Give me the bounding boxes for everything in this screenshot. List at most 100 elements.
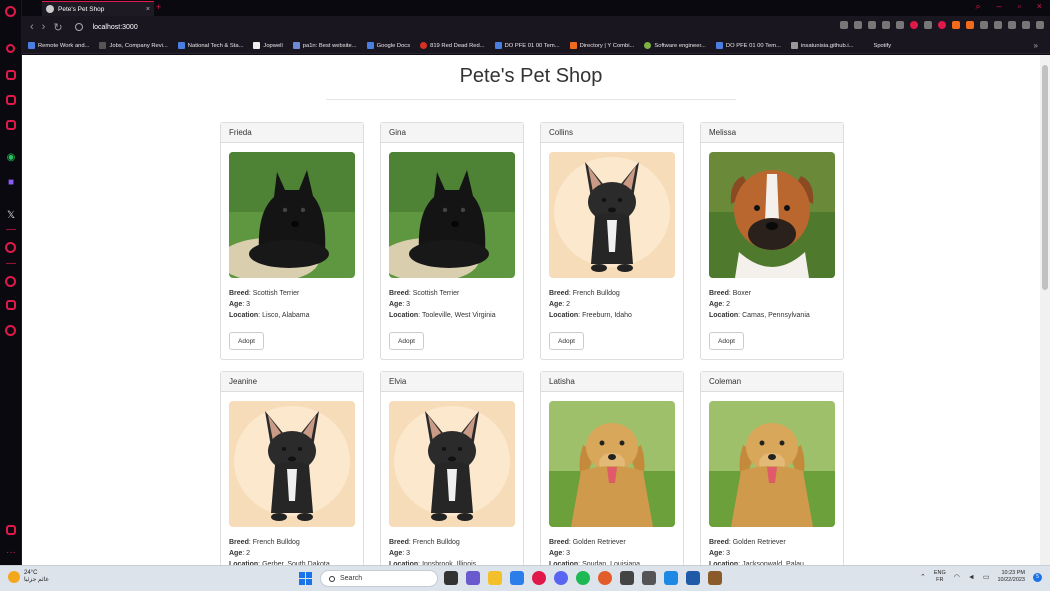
chevron-up-icon[interactable]: ⌃ <box>920 573 926 581</box>
bookmark-item[interactable]: Jopwell <box>253 42 283 49</box>
wifi-icon[interactable]: ◠ <box>954 573 960 581</box>
bookmark-item[interactable]: Spotify <box>863 42 891 49</box>
pet-age: 3 <box>406 549 411 557</box>
pet-photo <box>229 152 355 278</box>
game-icon[interactable] <box>708 571 722 585</box>
bookmark-item[interactable]: National Tech & Sta... <box>177 42 243 49</box>
extension-icon[interactable] <box>924 21 932 29</box>
volume-icon[interactable]: ◄ <box>968 574 975 581</box>
wallet-icon[interactable] <box>980 21 988 29</box>
new-tab-icon[interactable]: + <box>156 2 161 12</box>
pet-info: Breed: French Bulldog Age: 3 Location: Inn… <box>389 538 476 565</box>
adopt-button[interactable]: Adopt <box>389 332 424 350</box>
task-view-icon[interactable] <box>444 571 458 585</box>
taskbar-search[interactable]: Search <box>320 570 438 587</box>
weather-widget[interactable]: 24°C غائم جزئيا <box>8 570 49 584</box>
pet-name: Frieda <box>221 123 363 143</box>
bookmark-item[interactable]: insatunisia.github.i... <box>790 42 853 49</box>
extension-badge-icon[interactable] <box>966 21 974 29</box>
browser-sidebar: ◉ ■ 𝕏 — — ··· <box>0 0 22 565</box>
x-twitter-icon[interactable]: 𝕏 <box>4 208 18 222</box>
back-icon[interactable]: ‹ <box>30 21 34 33</box>
menu-icon[interactable] <box>1022 21 1030 29</box>
adopt-button[interactable]: Adopt <box>229 332 264 350</box>
battery-icon[interactable]: ▭ <box>983 573 990 581</box>
powershell-icon[interactable] <box>686 571 700 585</box>
extension-tp-icon[interactable] <box>938 21 946 29</box>
scrollbar[interactable] <box>1040 55 1050 565</box>
minimize-icon[interactable]: – <box>997 1 1002 12</box>
sidebar-panel-icon[interactable] <box>6 525 16 535</box>
weather-desc: غائم جزئيا <box>24 577 49 583</box>
bookmarks-overflow-icon[interactable]: » <box>1034 41 1038 50</box>
send-icon[interactable] <box>882 21 890 29</box>
more-icon[interactable]: ··· <box>4 545 18 559</box>
screenshot-icon[interactable] <box>840 21 848 29</box>
maximize-icon[interactable]: ▫ <box>1018 1 1021 12</box>
close-tab-icon[interactable]: × <box>146 6 150 13</box>
player-icon[interactable] <box>5 242 16 253</box>
cube-icon[interactable] <box>994 21 1002 29</box>
bookmark-item[interactable]: DO PFE 01 00 Tem... <box>715 42 781 49</box>
address-bar: ‹ › ↻ localhost:3000 <box>22 16 1050 38</box>
discord-taskbar-icon[interactable] <box>554 571 568 585</box>
clock[interactable]: 10:23 PM 10/22/2023 <box>997 570 1025 584</box>
chat-icon[interactable] <box>466 571 480 585</box>
bookmark-icon <box>494 42 502 49</box>
url-field[interactable]: localhost:3000 <box>63 23 138 31</box>
sync-icon[interactable] <box>620 571 634 585</box>
opera-logo-icon[interactable] <box>5 6 16 17</box>
vpn-icon[interactable] <box>868 21 876 29</box>
scrollbar-thumb[interactable] <box>1042 65 1048 290</box>
settings-icon[interactable] <box>5 325 16 336</box>
history-icon[interactable] <box>5 276 16 287</box>
start-icon[interactable] <box>299 572 312 585</box>
twitch-icon[interactable] <box>6 95 16 105</box>
pet-location-row: Location: Lisco, Alabama <box>229 311 310 319</box>
calculator-icon[interactable] <box>642 571 656 585</box>
pet-age-row: Age: 3 <box>389 549 411 557</box>
opera-icon[interactable] <box>532 571 546 585</box>
speed-dial-icon[interactable] <box>6 44 15 53</box>
instagram-icon[interactable] <box>6 120 16 130</box>
camera-icon[interactable] <box>854 21 862 29</box>
adopt-button[interactable]: Adopt <box>549 332 584 350</box>
bookmark-item[interactable]: 819 Red Dead Red... <box>420 42 485 49</box>
language-indicator[interactable]: ENG FR <box>934 570 946 584</box>
app-orange-icon[interactable] <box>598 571 612 585</box>
search-tabs-icon[interactable]: ⌕ <box>975 1 980 12</box>
reload-icon[interactable]: ↻ <box>53 21 62 34</box>
vscode-icon[interactable] <box>664 571 678 585</box>
tab-active[interactable]: Pete's Pet Shop × <box>42 1 154 16</box>
discord-icon[interactable]: ■ <box>4 175 18 189</box>
whatsapp-icon[interactable]: ◉ <box>4 150 18 164</box>
heart-icon[interactable] <box>896 21 904 29</box>
pet-photo <box>709 152 835 278</box>
extension-orange-icon[interactable] <box>952 21 960 29</box>
bookmark-item[interactable]: Remote Work and... <box>28 42 89 49</box>
bookmark-item[interactable]: Directory | Y Combi... <box>569 42 634 49</box>
close-window-icon[interactable]: × <box>1037 1 1042 12</box>
favicon-icon <box>46 5 54 13</box>
download-icon[interactable] <box>1008 21 1016 29</box>
bag-icon[interactable] <box>6 70 16 80</box>
spotify-icon[interactable] <box>576 571 590 585</box>
profile-icon[interactable] <box>1036 21 1044 29</box>
file-explorer-icon[interactable] <box>488 571 502 585</box>
adopt-button[interactable]: Adopt <box>709 332 744 350</box>
bookmark-item[interactable]: pa1n: Best website... <box>292 42 357 49</box>
store-icon[interactable] <box>510 571 524 585</box>
bookmark-item[interactable]: Jobs, Company Revi... <box>99 42 168 49</box>
bookmark-item[interactable]: Google Docs <box>366 42 410 49</box>
forward-icon[interactable]: › <box>42 21 46 33</box>
bookmark-icon <box>28 42 35 49</box>
bookmark-item[interactable]: Software engineer... <box>644 42 706 49</box>
pet-breed: French Bulldog <box>412 539 460 546</box>
page-title: Pete's Pet Shop <box>459 65 603 87</box>
notification-badge[interactable]: 5 <box>1033 572 1042 582</box>
box-icon[interactable] <box>6 300 16 310</box>
extension-red-icon[interactable] <box>910 21 918 29</box>
bookmark-item[interactable]: DO PFE 01 00 Tem... <box>494 42 560 49</box>
pet-location: Tooleville, West Virginia <box>421 311 496 319</box>
site-info-icon[interactable] <box>74 23 83 31</box>
